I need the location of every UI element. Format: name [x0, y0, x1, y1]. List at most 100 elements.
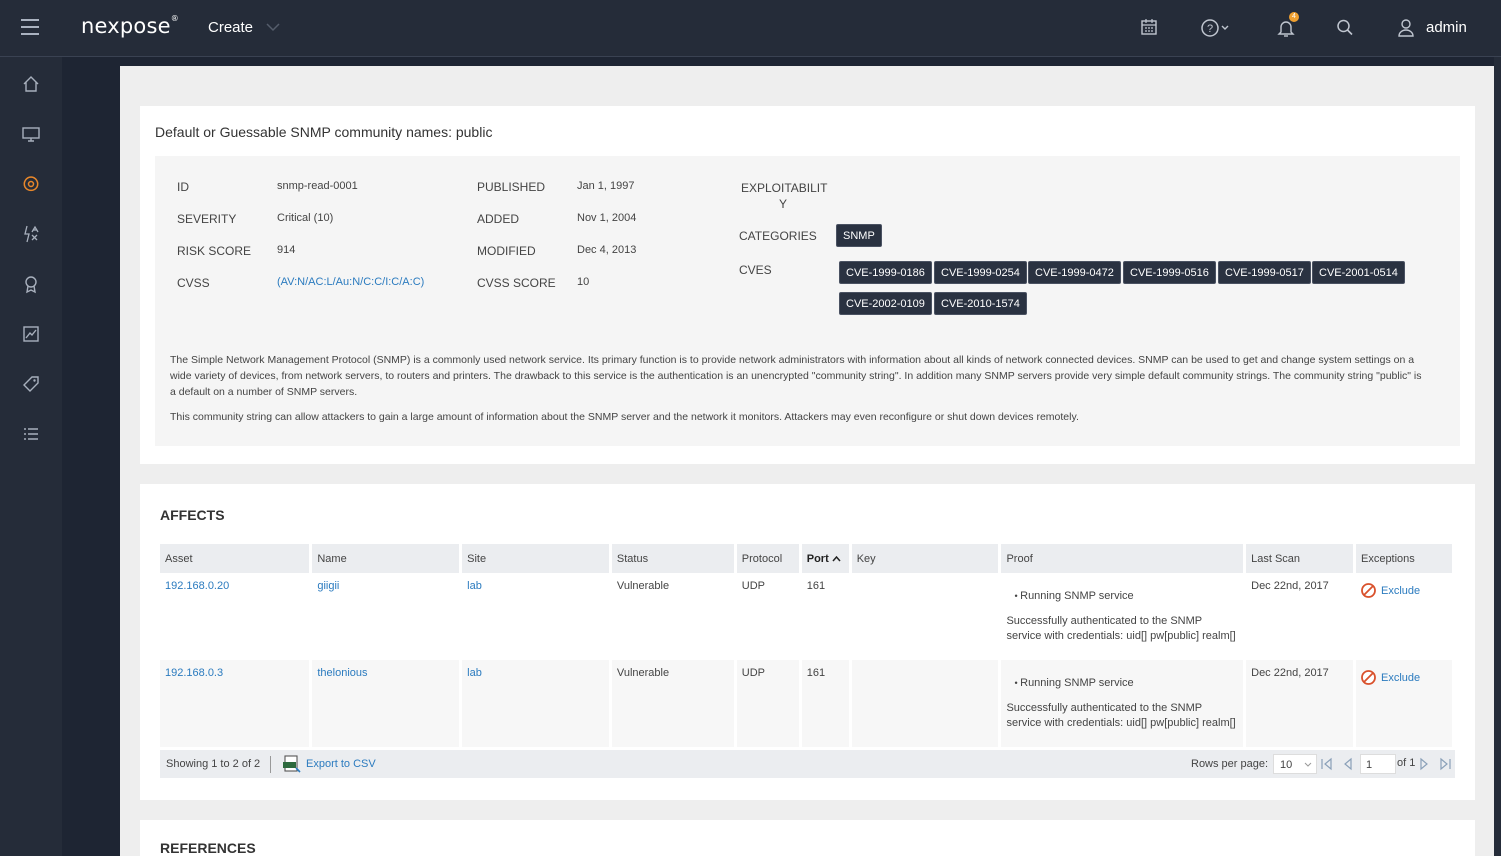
port-cell: 161: [800, 660, 852, 747]
last-scan-cell: Dec 22nd, 2017: [1244, 660, 1356, 747]
column-header-proof[interactable]: Proof: [999, 544, 1247, 573]
column-header-asset[interactable]: Asset: [160, 544, 313, 573]
exploitability-label: EXPLOITABILIT Y: [741, 181, 828, 211]
risk-score-label: RISK SCORE: [177, 244, 252, 258]
first-page-icon[interactable]: [1320, 757, 1334, 771]
cve-chip[interactable]: CVE-1999-0517: [1218, 261, 1311, 284]
proof-item: Running SNMP service: [1014, 677, 1238, 689]
notification-badge: 4: [1289, 12, 1299, 22]
column-header-name[interactable]: Name: [310, 544, 463, 573]
exclude-icon: [1361, 670, 1376, 685]
column-header-exceptions[interactable]: Exceptions: [1354, 544, 1456, 573]
column-header-port[interactable]: Port: [800, 544, 852, 573]
asset-name-link[interactable]: thelonious: [317, 667, 367, 679]
port-cell: 161: [800, 573, 852, 660]
cve-chip[interactable]: CVE-1999-0186: [839, 261, 932, 284]
tags-icon[interactable]: [21, 374, 41, 394]
added-label: ADDED: [477, 212, 520, 226]
policies-icon[interactable]: [21, 224, 41, 244]
column-header-status[interactable]: Status: [610, 544, 737, 573]
chevron-down-icon: [1304, 762, 1312, 767]
next-page-icon[interactable]: [1418, 757, 1430, 771]
proof-item: Running SNMP service: [1014, 590, 1238, 602]
site-link[interactable]: lab: [467, 580, 482, 592]
scrollbar[interactable]: [1494, 57, 1501, 856]
description-paragraph: This community string can allow attacker…: [170, 411, 1079, 423]
help-icon[interactable]: ?: [1200, 17, 1232, 39]
protocol-cell: UDP: [735, 660, 802, 747]
user-icon[interactable]: [1396, 17, 1416, 39]
cve-chip[interactable]: CVE-1999-0516: [1123, 261, 1216, 284]
awards-icon[interactable]: [21, 274, 41, 294]
cve-chip[interactable]: CVE-1999-0254: [934, 261, 1027, 284]
cvss-link[interactable]: (AV:N/AC:L/Au:N/C:C/I:C/A:C): [277, 276, 424, 288]
proof-cell: Running SNMP service Successfully authent…: [999, 660, 1247, 747]
description-paragraph: The Simple Network Management Protocol (…: [170, 354, 1422, 398]
exclude-button[interactable]: Exclude: [1361, 583, 1420, 598]
search-icon[interactable]: [1336, 17, 1354, 37]
cve-chip[interactable]: CVE-2010-1574: [934, 292, 1027, 315]
create-menu[interactable]: Create: [208, 19, 253, 36]
rows-per-page-select[interactable]: 10: [1273, 754, 1317, 774]
cve-chip[interactable]: CVE-1999-0472: [1028, 261, 1121, 284]
key-cell: [850, 573, 1002, 660]
last-page-icon[interactable]: [1438, 757, 1452, 771]
column-header-protocol[interactable]: Protocol: [735, 544, 802, 573]
table-row: 192.168.0.20 giigii lab Vulnerable UDP 1…: [160, 573, 1456, 660]
reports-icon[interactable]: [21, 324, 41, 344]
asset-link[interactable]: 192.168.0.3: [165, 667, 223, 679]
cvss-label: CVSS: [177, 276, 210, 290]
affects-card: AFFECTS Asset Name Site Status Protocol …: [140, 484, 1475, 800]
published-label: PUBLISHED: [477, 180, 546, 194]
added-value: Nov 1, 2004: [577, 212, 637, 224]
table-header-row: Asset Name Site Status Protocol Port Key…: [160, 544, 1456, 573]
column-header-key[interactable]: Key: [850, 544, 1002, 573]
previous-page-icon[interactable]: [1342, 757, 1354, 771]
page-count: of 1: [1397, 757, 1416, 769]
asset-name-link[interactable]: giigii: [317, 580, 339, 592]
home-icon[interactable]: [21, 74, 41, 94]
last-scan-cell: Dec 22nd, 2017: [1244, 573, 1356, 660]
column-header-last-scan[interactable]: Last Scan: [1244, 544, 1356, 573]
export-csv-button[interactable]: Export to CSV: [282, 754, 376, 774]
proof-cell: Running SNMP service Successfully authent…: [999, 573, 1247, 660]
main-content: Default or Guessable SNMP community name…: [120, 66, 1494, 856]
hamburger-icon[interactable]: [21, 19, 39, 35]
proof-text: Successfully authenticated to the SNMP s…: [1006, 702, 1236, 729]
published-value: Jan 1, 1997: [577, 180, 635, 192]
category-chip[interactable]: SNMP: [836, 224, 882, 247]
cve-chip[interactable]: CVE-2001-0514: [1312, 261, 1405, 284]
site-link[interactable]: lab: [467, 667, 482, 679]
top-bar: nexpose® Create ? 4 admin: [0, 0, 1501, 57]
exclude-button[interactable]: Exclude: [1361, 670, 1420, 685]
vulnerability-card: Default or Guessable SNMP community name…: [140, 106, 1475, 464]
page-title: Default or Guessable SNMP community name…: [155, 124, 493, 140]
user-name[interactable]: admin: [1426, 19, 1467, 36]
vulnerabilities-icon[interactable]: [21, 174, 41, 194]
severity-value: Critical (10): [277, 212, 334, 224]
risk-score-value: 914: [277, 244, 296, 256]
column-header-site[interactable]: Site: [460, 544, 612, 573]
proof-text: Successfully authenticated to the SNMP s…: [1006, 615, 1236, 642]
rows-per-page-label: Rows per page:: [1191, 758, 1269, 770]
status-cell: Vulnerable: [610, 660, 737, 747]
nexpose-logo[interactable]: nexpose®: [81, 14, 179, 38]
page-number-input[interactable]: 1: [1360, 754, 1396, 774]
sort-ascending-icon: [832, 555, 841, 561]
list-icon[interactable]: [21, 424, 41, 444]
csv-export-icon: [283, 755, 301, 773]
affects-title: AFFECTS: [160, 507, 225, 523]
cve-chip[interactable]: CVE-2002-0109: [839, 292, 932, 315]
cvss-score-value: 10: [577, 276, 590, 288]
modified-value: Dec 4, 2013: [577, 244, 637, 256]
assets-icon[interactable]: [21, 124, 41, 144]
references-title: REFERENCES: [160, 840, 256, 856]
categories-label: CATEGORIES: [739, 229, 817, 243]
modified-label: MODIFIED: [477, 244, 536, 258]
cves-label: CVES: [739, 263, 772, 277]
calendar-icon[interactable]: [1140, 17, 1158, 37]
asset-link[interactable]: 192.168.0.20: [165, 580, 229, 592]
severity-label: SEVERITY: [177, 212, 237, 226]
chevron-down-icon[interactable]: [264, 18, 282, 36]
showing-count: Showing 1 to 2 of 2: [166, 758, 261, 770]
